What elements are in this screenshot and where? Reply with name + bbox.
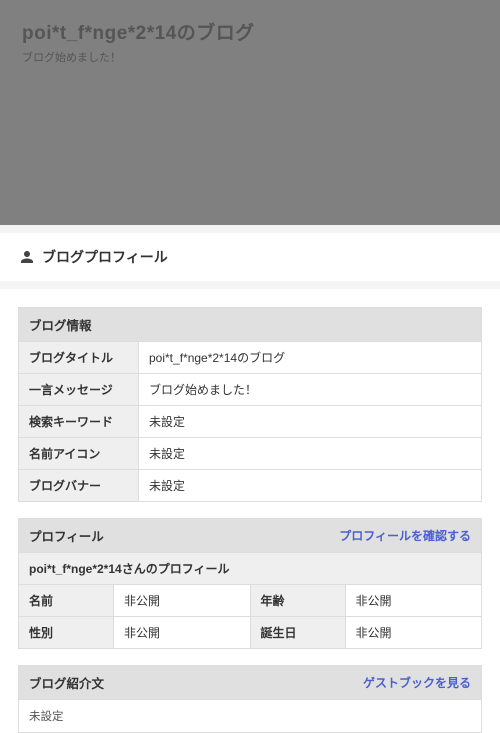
row-value: 未設定 <box>139 438 482 470</box>
intro-table: ブログ紹介文 ゲストブックを見る 未設定 <box>18 665 482 733</box>
row-value: 未設定 <box>139 470 482 502</box>
table-row: 一言メッセージ ブログ始めました！ <box>19 374 482 406</box>
row-label: 名前 <box>19 585 114 617</box>
blog-title: poi*t_f*nge*2*14のブログ <box>22 18 478 45</box>
blog-info-table: ブログ情報 ブログタイトル poi*t_f*nge*2*14のブログ 一言メッセ… <box>18 307 482 502</box>
profile-heading: プロフィール <box>29 526 104 545</box>
row-value: 非公開 <box>114 585 251 617</box>
table-row: 名前アイコン 未設定 <box>19 438 482 470</box>
row-value: ブログ始めました！ <box>139 374 482 406</box>
row-label: ブログタイトル <box>19 342 139 374</box>
intro-heading: ブログ紹介文 <box>29 673 104 692</box>
table-row: ブログタイトル poi*t_f*nge*2*14のブログ <box>19 342 482 374</box>
row-label: 年齢 <box>250 585 345 617</box>
row-label: 名前アイコン <box>19 438 139 470</box>
person-icon <box>18 248 36 266</box>
hero-banner: poi*t_f*nge*2*14のブログ ブログ始めました！ <box>0 0 500 225</box>
profile-heading-row: プロフィール プロフィールを確認する <box>19 519 482 553</box>
guestbook-link[interactable]: ゲストブックを見る <box>363 674 471 691</box>
blog-info-heading: ブログ情報 <box>19 308 482 342</box>
blog-subtitle: ブログ始めました！ <box>22 49 478 65</box>
table-row: 未設定 <box>19 700 482 733</box>
row-label: ブログバナー <box>19 470 139 502</box>
intro-body: 未設定 <box>19 700 482 733</box>
content: ブログ情報 ブログタイトル poi*t_f*nge*2*14のブログ 一言メッセ… <box>0 289 500 733</box>
table-row: 検索キーワード 未設定 <box>19 406 482 438</box>
page: poi*t_f*nge*2*14のブログ ブログ始めました！ ブログプロフィール… <box>0 0 500 733</box>
row-value: 非公開 <box>345 585 482 617</box>
table-row: 名前 非公開 年齢 非公開 <box>19 585 482 617</box>
table-row: ブログバナー 未設定 <box>19 470 482 502</box>
profile-subheading: poi*t_f*nge*2*14さんのプロフィール <box>19 553 482 585</box>
row-label: 一言メッセージ <box>19 374 139 406</box>
section-bar-label: ブログプロフィール <box>42 247 168 267</box>
row-value: poi*t_f*nge*2*14のブログ <box>139 342 482 374</box>
profile-table: プロフィール プロフィールを確認する poi*t_f*nge*2*14さんのプロ… <box>18 518 482 649</box>
profile-confirm-link[interactable]: プロフィールを確認する <box>339 527 471 544</box>
intro-heading-row: ブログ紹介文 ゲストブックを見る <box>19 666 482 700</box>
section-bar: ブログプロフィール <box>0 233 500 281</box>
row-value: 未設定 <box>139 406 482 438</box>
row-label: 検索キーワード <box>19 406 139 438</box>
